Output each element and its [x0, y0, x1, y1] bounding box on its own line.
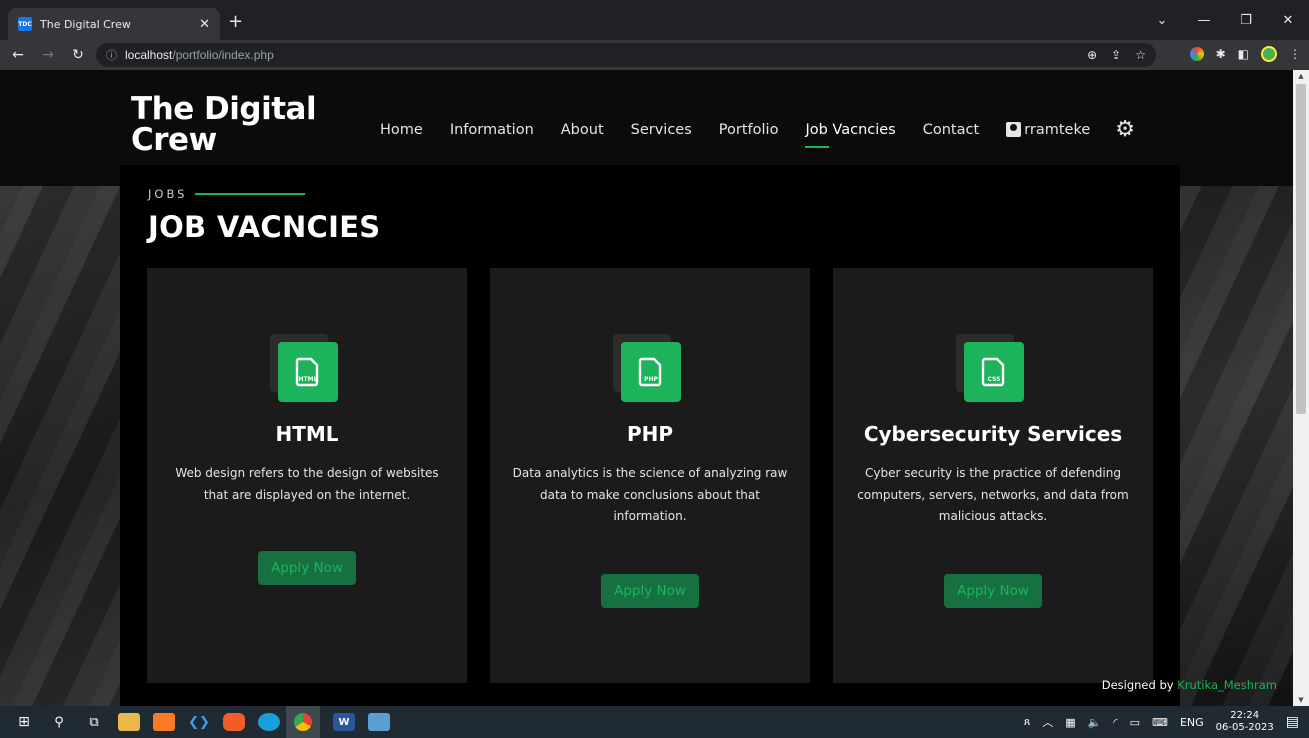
notification-center-icon[interactable]: ▤: [1286, 714, 1299, 730]
job-title: HTML: [275, 422, 339, 446]
job-card-php: PHP PHP Data analytics is the science of…: [490, 268, 810, 683]
close-window-button[interactable]: ✕: [1267, 13, 1309, 28]
scroll-down-arrow-icon[interactable]: ▼: [1293, 696, 1309, 704]
word-icon[interactable]: W: [333, 713, 355, 731]
site-logo[interactable]: The Digital Crew: [131, 91, 317, 158]
scrollbar-thumb[interactable]: [1296, 84, 1306, 414]
xampp-icon[interactable]: [153, 713, 175, 731]
search-icon[interactable]: ⚲: [48, 713, 70, 731]
nav-about[interactable]: About: [561, 122, 604, 138]
job-description: Web design refers to the design of websi…: [175, 466, 439, 502]
card-icon-wrap: HTML: [270, 334, 340, 404]
window-controls: ⌄ — ❐ ✕: [1141, 0, 1309, 40]
back-button[interactable]: ←: [6, 47, 30, 63]
designed-by-credit: Designed by Krutika_Meshram: [1102, 678, 1277, 692]
job-card-cybersecurity: CSS Cybersecurity Services Cyber securit…: [833, 268, 1153, 683]
extensions-puzzle-icon[interactable]: ✱: [1216, 47, 1226, 61]
wifi-icon[interactable]: ◜: [1113, 716, 1117, 729]
job-description: Cyber security is the practice of defend…: [857, 466, 1129, 523]
brave-browser-icon[interactable]: [223, 713, 245, 731]
clock-date: 06-05-2023: [1215, 722, 1274, 733]
job-description: Data analytics is the science of analyzi…: [512, 466, 788, 523]
scroll-up-arrow-icon[interactable]: ▲: [1293, 72, 1309, 80]
section-kicker: JOBS: [148, 187, 305, 201]
card-icon-wrap: CSS: [956, 334, 1026, 404]
image-viewer-icon[interactable]: [368, 713, 390, 731]
browser-tab[interactable]: TDC The Digital Crew ✕: [8, 8, 220, 40]
file-type-label: PHP: [644, 376, 658, 383]
browser-menu-icon[interactable]: ⋮: [1289, 47, 1301, 61]
job-card-html: HTML HTML Web design refers to the desig…: [147, 268, 467, 683]
battery-icon[interactable]: ▭: [1130, 716, 1140, 729]
nav-user-profile[interactable]: rramteke: [1006, 122, 1090, 138]
system-tray: ጸ ︿ ▦ 🔈 ◜ ▭ ⌨ ENG 22:24 06-05-2023 ▤: [1024, 706, 1309, 738]
site-info-icon[interactable]: ⓘ: [106, 47, 117, 63]
bookmark-star-icon[interactable]: ☆: [1135, 48, 1146, 62]
nav-job-vacancies[interactable]: Job Vacncies: [805, 122, 896, 148]
minimize-button[interactable]: —: [1183, 13, 1225, 28]
job-title: Cybersecurity Services: [863, 422, 1123, 446]
tab-search-chevron-icon[interactable]: ⌄: [1141, 13, 1183, 28]
edge-browser-icon[interactable]: [258, 713, 280, 731]
brand-line-1: The Digital: [131, 91, 317, 127]
share-icon[interactable]: ⇪: [1111, 48, 1121, 62]
extension-icons: ✱ ◧ ⋮: [1189, 46, 1301, 62]
browser-toolbar: ← → ↻ ⓘ localhost /portfolio/index.php ⊕…: [0, 40, 1309, 70]
notes-icon[interactable]: ▦: [1065, 716, 1075, 729]
section-title: JOB VACNCIES: [148, 210, 381, 244]
taskbar-clock[interactable]: 22:24 06-05-2023: [1216, 710, 1274, 734]
apply-now-button[interactable]: Apply Now: [258, 551, 356, 585]
file-type-label: CSS: [988, 376, 1001, 383]
nav-portfolio[interactable]: Portfolio: [719, 122, 779, 138]
brand-line-2: Crew: [131, 122, 217, 158]
settings-gear-icon[interactable]: ⚙: [1115, 117, 1135, 142]
browser-tab-bar: TDC The Digital Crew ✕ + ⌄ — ❐ ✕: [0, 0, 1309, 40]
task-view-icon[interactable]: ⧉: [83, 713, 105, 731]
page-scrollbar[interactable]: ▲ ▼: [1293, 70, 1309, 706]
url-host: localhost: [125, 48, 173, 62]
address-bar[interactable]: ⓘ localhost /portfolio/index.php ⊕ ⇪ ☆: [96, 43, 1156, 67]
side-panel-icon[interactable]: ◧: [1238, 47, 1249, 61]
tab-close-icon[interactable]: ✕: [199, 17, 210, 32]
zoom-icon[interactable]: ⊕: [1087, 48, 1097, 62]
tray-expand-chevron-icon[interactable]: ︿: [1042, 714, 1053, 730]
nav-contact[interactable]: Contact: [923, 122, 979, 138]
php-file-icon: PHP: [621, 342, 681, 402]
tab-title: The Digital Crew: [40, 17, 131, 31]
author-link[interactable]: Krutika_Meshram: [1177, 678, 1277, 692]
main-nav: Home Information About Services Portfoli…: [380, 117, 1135, 148]
people-icon[interactable]: ጸ: [1024, 715, 1030, 729]
nav-information[interactable]: Information: [450, 122, 534, 138]
color-extension-icon[interactable]: [1189, 47, 1204, 61]
css-file-icon: CSS: [964, 342, 1024, 402]
apply-now-button[interactable]: Apply Now: [601, 574, 699, 608]
user-icon: [1006, 122, 1022, 137]
nav-services[interactable]: Services: [631, 122, 692, 138]
reload-button[interactable]: ↻: [66, 47, 90, 63]
file-explorer-icon[interactable]: [118, 713, 140, 731]
vscode-icon[interactable]: ❮❯: [188, 713, 210, 731]
language-indicator[interactable]: ENG: [1180, 716, 1204, 729]
keyboard-icon[interactable]: ⌨: [1152, 716, 1168, 729]
file-type-label: HTML: [299, 376, 318, 383]
designed-by-label: Designed by: [1101, 678, 1174, 692]
profile-avatar[interactable]: [1261, 46, 1277, 62]
html-file-icon: HTML: [278, 342, 338, 402]
apply-now-button[interactable]: Apply Now: [944, 574, 1042, 608]
chrome-browser-icon[interactable]: [286, 706, 320, 738]
site-favicon-icon: TDC: [18, 17, 32, 31]
nav-home[interactable]: Home: [380, 122, 423, 138]
new-tab-button[interactable]: +: [228, 12, 243, 32]
forward-button[interactable]: →: [36, 47, 60, 63]
volume-icon[interactable]: 🔈: [1088, 716, 1102, 729]
clock-time: 22:24: [1230, 710, 1260, 721]
page-viewport: The Digital Crew Home Information About …: [0, 70, 1293, 706]
windows-taskbar: ⊞ ⚲ ⧉ ❮❯ W ጸ ︿ ▦ 🔈 ◜ ▭ ⌨ ENG 22:24 06-05…: [0, 706, 1309, 738]
card-icon-wrap: PHP: [613, 334, 683, 404]
url-path: /portfolio/index.php: [172, 48, 274, 62]
restore-button[interactable]: ❐: [1225, 13, 1267, 28]
windows-start-icon[interactable]: ⊞: [13, 713, 35, 731]
job-title: PHP: [626, 422, 674, 446]
username-label: rramteke: [1024, 121, 1091, 138]
